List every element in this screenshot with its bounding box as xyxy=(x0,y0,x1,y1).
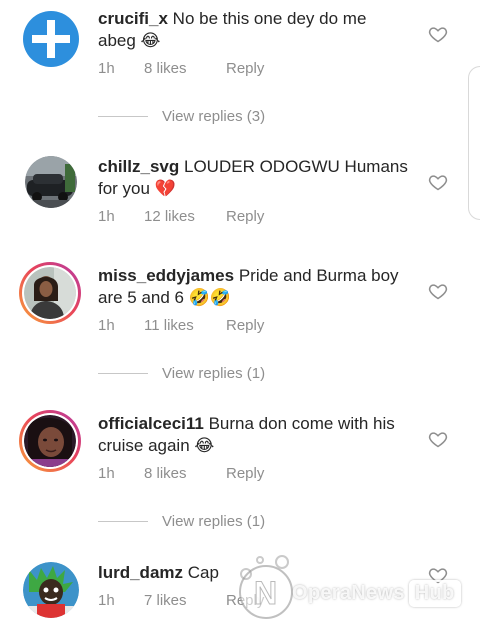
comment-username[interactable]: miss_eddyjames xyxy=(98,266,234,285)
avatar[interactable] xyxy=(19,262,81,324)
view-replies-button[interactable]: View replies (1) xyxy=(98,513,265,530)
comment-likes[interactable]: 11 likes xyxy=(144,317,226,334)
comment-body: miss_eddyjames Pride and Burma boy are 5… xyxy=(98,265,408,309)
scroll-edge[interactable] xyxy=(468,66,480,220)
comment-meta: 1h 8 likes Reply xyxy=(98,465,264,482)
comment-likes[interactable]: 8 likes xyxy=(144,60,226,77)
comment-username[interactable]: crucifi_x xyxy=(98,9,168,28)
avatar[interactable] xyxy=(23,562,79,618)
view-replies-label: View replies (1) xyxy=(162,365,266,382)
comment-body: officialceci11 Burna don come with his c… xyxy=(98,413,408,457)
portrait-photo xyxy=(24,267,76,319)
comment-meta: 1h 8 likes Reply xyxy=(98,60,264,77)
view-replies-button[interactable]: View replies (1) xyxy=(98,365,265,382)
car-photo xyxy=(25,156,77,208)
comment-text: Cap xyxy=(187,563,219,582)
divider-line xyxy=(98,521,148,522)
reply-button[interactable]: Reply xyxy=(226,60,264,77)
comment-body: crucifi_x No be this one dey do me abeg … xyxy=(98,8,408,52)
divider-line xyxy=(98,116,148,117)
portrait-photo xyxy=(24,415,76,467)
comment-time: 1h xyxy=(98,592,115,609)
avatar[interactable] xyxy=(25,156,77,208)
comment-body: chillz_svg LOUDER ODOGWU Humans for you … xyxy=(98,156,408,200)
divider-line xyxy=(98,373,148,374)
comment-time: 1h xyxy=(98,317,115,334)
watermark-badge: Hub xyxy=(408,580,461,607)
avatar[interactable] xyxy=(22,10,80,68)
watermark: N OperaNews Hub xyxy=(232,552,472,630)
comment-likes[interactable]: 7 likes xyxy=(144,592,226,609)
svg-text:N: N xyxy=(254,575,277,611)
avatar[interactable] xyxy=(19,410,81,472)
comment-meta: 1h 12 likes Reply xyxy=(98,208,264,225)
avatar-inner xyxy=(22,265,78,321)
comment-meta: 1h 11 likes Reply xyxy=(98,317,264,334)
comment-likes[interactable]: 8 likes xyxy=(144,465,226,482)
reply-button[interactable]: Reply xyxy=(226,208,264,225)
view-replies-label: View replies (1) xyxy=(162,513,266,530)
comment-time: 1h xyxy=(98,465,115,482)
view-replies-label: View replies (3) xyxy=(162,108,266,125)
reply-button[interactable]: Reply xyxy=(226,317,264,334)
watermark-text: OperaNews xyxy=(292,582,405,604)
like-heart-icon[interactable] xyxy=(428,24,448,44)
comment-time: 1h xyxy=(98,60,115,77)
reply-button[interactable]: Reply xyxy=(226,465,264,482)
comment-username[interactable]: lurd_damz xyxy=(98,563,183,582)
avatar-inner xyxy=(22,413,78,469)
comment-username[interactable]: chillz_svg xyxy=(98,157,179,176)
view-replies-button[interactable]: View replies (3) xyxy=(98,108,265,125)
like-heart-icon[interactable] xyxy=(428,172,448,192)
like-heart-icon[interactable] xyxy=(428,281,448,301)
watermark-label: OperaNews Hub xyxy=(292,580,461,607)
cross-plus-icon xyxy=(23,11,79,67)
comment-username[interactable]: officialceci11 xyxy=(98,414,204,433)
cartoon-photo xyxy=(23,562,79,618)
like-heart-icon[interactable] xyxy=(428,429,448,449)
comment-likes[interactable]: 12 likes xyxy=(144,208,226,225)
comment-time: 1h xyxy=(98,208,115,225)
